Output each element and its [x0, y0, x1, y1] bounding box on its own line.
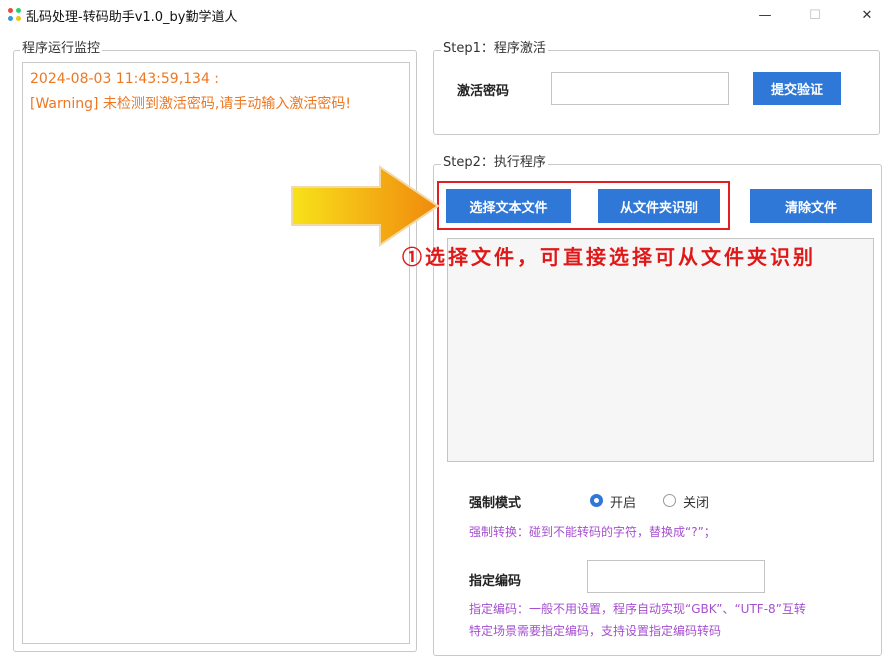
activation-code-input[interactable]	[551, 72, 729, 105]
highlight-box	[437, 181, 730, 230]
window-title: 乱码处理-转码助手v1.0_by勤学道人	[26, 10, 238, 25]
title-bar: 乱码处理-转码助手v1.0_by勤学道人 — ☐ ✕	[0, 0, 895, 30]
encoding-hint-2: 特定场景需要指定编码，支持设置指定编码转码	[469, 624, 722, 638]
maximize-button[interactable]: ☐	[792, 0, 838, 30]
step1-legend: Step1：程序激活	[441, 41, 548, 57]
submit-verify-button[interactable]: 提交验证	[753, 72, 841, 105]
step2-legend: Step2：执行程序	[441, 155, 548, 171]
log-output[interactable]: 2024-08-03 11:43:59,134 : [Warning] 未检测到…	[22, 62, 410, 644]
clear-files-button[interactable]: 清除文件	[750, 189, 872, 223]
force-mode-off-label[interactable]: 关闭	[683, 492, 709, 511]
minimize-button[interactable]: —	[742, 0, 788, 30]
close-button[interactable]: ✕	[844, 0, 890, 30]
force-mode-label: 强制模式	[469, 496, 522, 511]
encoding-hint-1: 指定编码：一般不用设置，程序自动实现“GBK”、“UTF-8”互转	[469, 602, 806, 616]
activation-code-label: 激活密码	[457, 84, 510, 99]
monitor-legend: 程序运行监控	[20, 41, 103, 57]
encoding-label: 指定编码	[469, 574, 522, 589]
log-line-timestamp: 2024-08-03 11:43:59,134 :	[30, 71, 220, 87]
force-mode-off-radio[interactable]	[663, 494, 676, 507]
log-line-warning: [Warning] 未检测到激活密码,请手动输入激活密码!	[30, 96, 351, 112]
app-icon	[8, 8, 22, 22]
annotation-text: ①选择文件，可直接选择可从文件夹识别	[402, 245, 816, 269]
arrow-right-icon	[291, 165, 440, 247]
force-mode-on-label[interactable]: 开启	[610, 492, 636, 511]
force-mode-hint: 强制转换：碰到不能转码的字符，替换成“?”；	[469, 525, 716, 539]
force-mode-on-radio[interactable]	[590, 494, 603, 507]
encoding-input[interactable]	[587, 560, 765, 593]
file-list[interactable]	[447, 238, 874, 462]
